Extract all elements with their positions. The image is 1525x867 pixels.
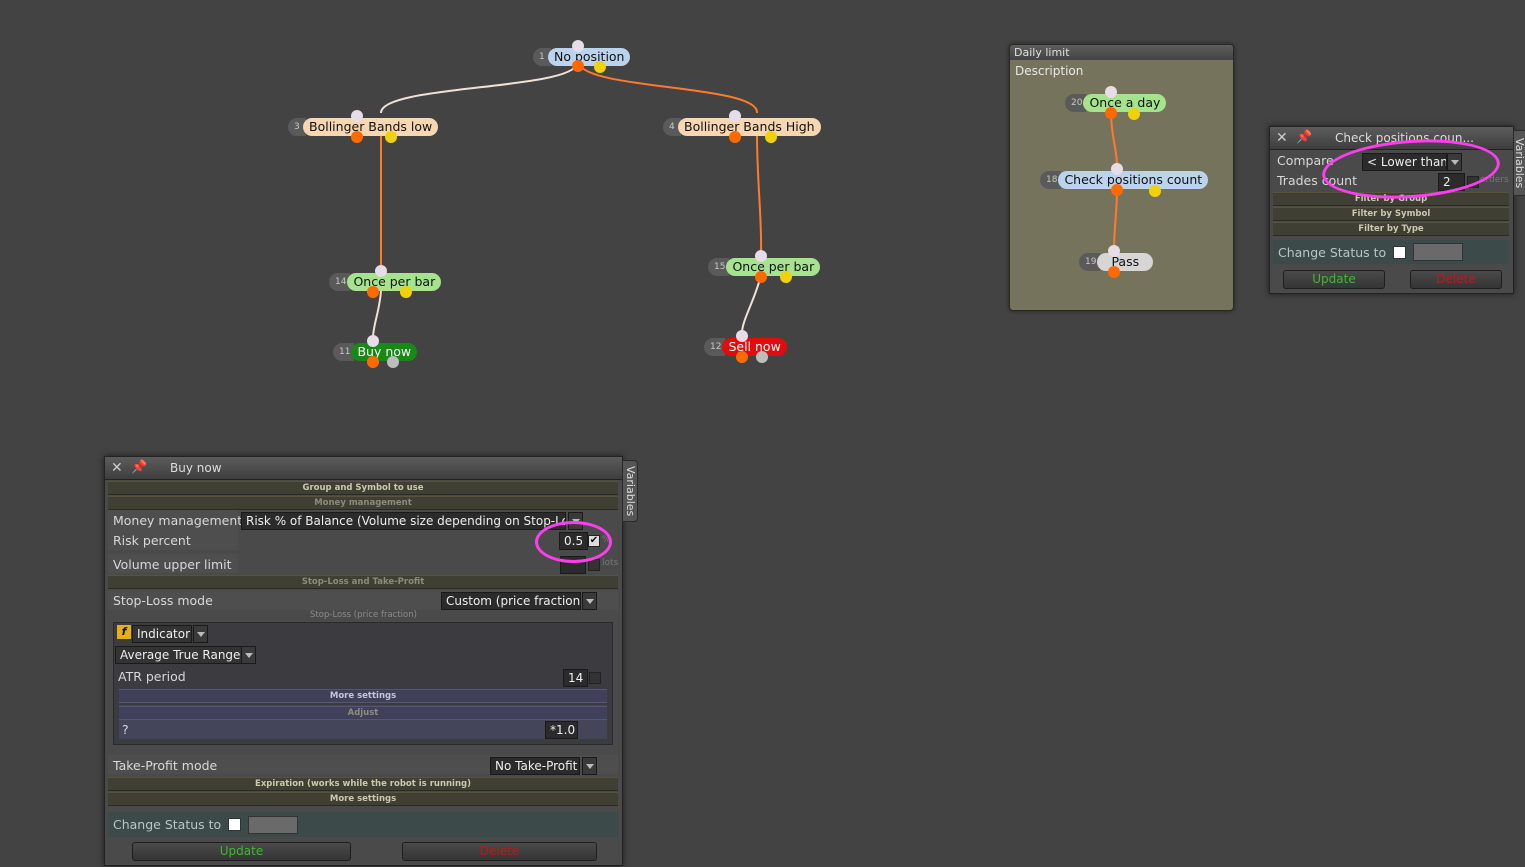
chevron-down-icon[interactable] (582, 757, 597, 775)
input-port[interactable] (1105, 86, 1117, 98)
change-status-label: Change Status to (1278, 245, 1387, 260)
close-icon[interactable]: ✕ (111, 457, 123, 479)
chevron-down-icon[interactable] (582, 592, 597, 610)
volume-limit-label: Volume upper limit (113, 557, 232, 572)
chevron-down-icon[interactable] (193, 625, 208, 643)
pin-icon[interactable]: 📌 (1296, 127, 1312, 149)
adjust-label: Adjust (119, 706, 607, 720)
input-port[interactable] (1108, 245, 1120, 257)
money-management-label: Money management (113, 513, 243, 528)
input-port[interactable] (1111, 163, 1123, 175)
tp-mode-select[interactable]: No Take-Profit (490, 757, 580, 775)
indicator-select[interactable]: Average True Range (115, 646, 246, 664)
pin-icon[interactable]: 📌 (131, 457, 147, 479)
indicator-type-select[interactable]: Indicator (132, 625, 192, 643)
delete-button[interactable]: Delete (402, 842, 597, 861)
section-expiration[interactable]: Expiration (works while the robot is run… (108, 777, 618, 791)
atr-checkbox[interactable] (589, 672, 601, 684)
node-label: Pass (1097, 253, 1154, 271)
tp-mode-label: Take-Profit mode (113, 758, 218, 773)
section-money-management: Money management (108, 496, 618, 510)
panel-titlebar[interactable]: ✕ 📌 Buy now (105, 457, 622, 480)
section-filter-symbol[interactable]: Filter by Symbol (1273, 207, 1509, 221)
money-management-select[interactable]: Risk % of Balance (Volume size depending… (241, 512, 566, 530)
risk-percent-label: Risk percent (113, 533, 191, 548)
update-button[interactable]: Update (132, 842, 351, 861)
section-more-settings[interactable]: More settings (108, 792, 618, 806)
output-port-orange[interactable] (1111, 184, 1123, 196)
output-port-yellow[interactable] (1128, 108, 1140, 120)
buy-now-panel: ✕ 📌 Buy now Group and Symbol to use Mone… (104, 456, 623, 866)
panel-title: Buy now (170, 461, 222, 475)
delete-button[interactable]: Delete (1410, 270, 1502, 289)
section-group-symbol[interactable]: Group and Symbol to use (108, 481, 618, 495)
sl-mode-select[interactable]: Custom (price fraction) (441, 592, 581, 610)
highlight-circle (535, 521, 612, 563)
node-label: Check positions count (1058, 171, 1209, 189)
section-more-settings-inner[interactable]: More settings (119, 689, 607, 703)
node-label: Once a day (1083, 94, 1167, 112)
close-icon[interactable]: ✕ (1276, 127, 1288, 149)
output-port-orange[interactable] (1108, 266, 1120, 278)
output-port-orange[interactable] (1105, 107, 1117, 119)
change-status-label: Change Status to (113, 817, 222, 832)
lots-unit: lots (602, 558, 619, 568)
adjust-prefix: ? (122, 722, 129, 737)
chevron-down-icon[interactable] (241, 646, 256, 664)
section-sl-tp: Stop-Loss and Take-Profit (108, 575, 618, 589)
output-port-yellow[interactable] (1149, 185, 1161, 197)
section-filter-type[interactable]: Filter by Type (1273, 222, 1509, 236)
adjust-input[interactable]: *1.0 (545, 721, 578, 739)
sl-sub-label: Stop-Loss (price fraction) (310, 610, 417, 620)
function-icon: f (117, 625, 131, 639)
atr-period-label: ATR period (118, 669, 186, 684)
variables-tab[interactable]: Variables (622, 460, 638, 522)
status-select[interactable] (1413, 243, 1463, 261)
node-check-positions-count[interactable]: 18 Check positions count (1040, 171, 1209, 189)
change-status-checkbox[interactable] (228, 818, 241, 831)
change-status-checkbox[interactable] (1393, 246, 1406, 259)
sl-mode-label: Stop-Loss mode (113, 593, 213, 608)
variables-tab[interactable]: Variables (1513, 130, 1525, 196)
atr-period-input[interactable]: 14 (563, 669, 588, 687)
status-select[interactable] (248, 816, 298, 834)
update-button[interactable]: Update (1283, 270, 1385, 289)
